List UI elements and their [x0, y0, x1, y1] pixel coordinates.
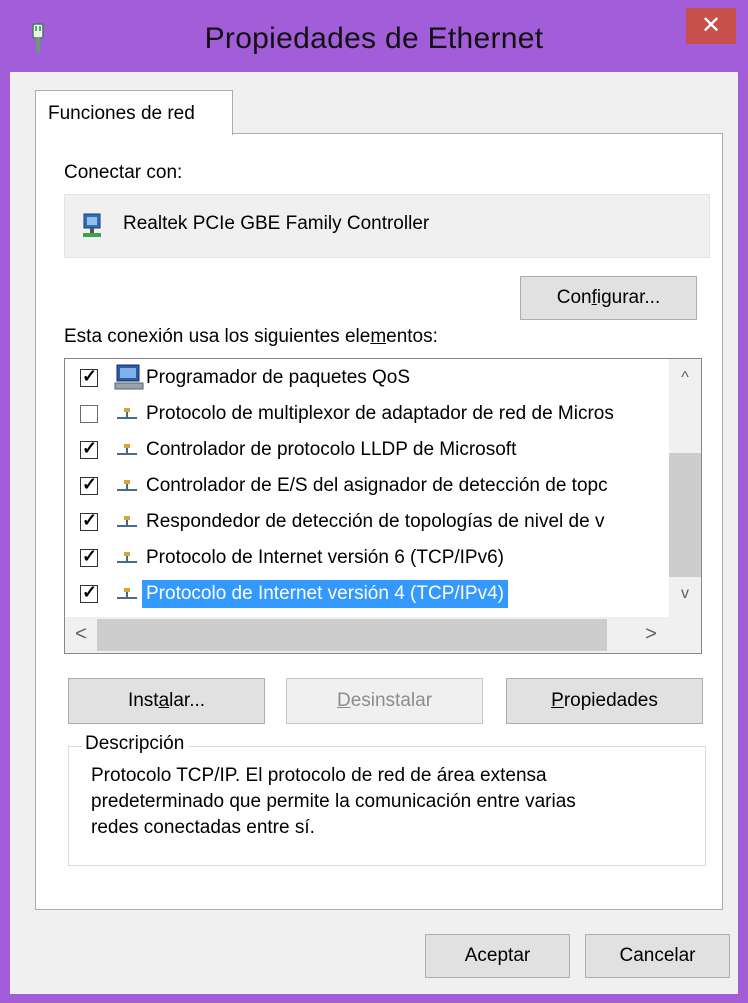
- network-protocol-icon: [117, 588, 137, 599]
- ok-button[interactable]: Aceptar: [425, 934, 570, 978]
- item-checkbox[interactable]: [80, 405, 98, 423]
- network-protocol-icon: [117, 408, 137, 419]
- item-checkbox[interactable]: [80, 438, 98, 459]
- list-item[interactable]: Respondedor de detección de topologías d…: [65, 505, 665, 541]
- network-protocol-icon: [117, 480, 137, 491]
- horizontal-scroll-thumb[interactable]: [97, 619, 607, 651]
- item-label: Protocolo de Internet versión 4 (TCP/IPv…: [142, 580, 508, 608]
- scroll-up-icon[interactable]: ^: [669, 369, 701, 387]
- list-item[interactable]: Protocolo de multiplexor de adaptador de…: [65, 397, 665, 433]
- item-label: Protocolo de Internet versión 6 (TCP/IPv…: [146, 547, 504, 568]
- item-checkbox[interactable]: [80, 546, 98, 567]
- scroll-left-icon[interactable]: <: [65, 623, 97, 646]
- install-button[interactable]: Instalar...: [68, 678, 265, 724]
- item-checkbox[interactable]: [80, 582, 98, 603]
- uninstall-button[interactable]: Desinstalar: [286, 678, 483, 724]
- configure-button[interactable]: Configurar...: [520, 276, 697, 320]
- tab-panel: Conectar con: Realtek PCIe GBE Family Co…: [35, 133, 723, 910]
- item-label: Controlador de E/S del asignador de dete…: [146, 475, 608, 496]
- scroll-right-icon[interactable]: >: [635, 623, 667, 646]
- connect-using-label: Conectar con:: [64, 162, 183, 183]
- description-title: Descripción: [81, 733, 189, 755]
- item-label: Programador de paquetes QoS: [146, 367, 411, 388]
- cancel-button[interactable]: Cancelar: [585, 934, 730, 978]
- network-protocol-icon: [117, 552, 137, 563]
- qos-scheduler-icon: [114, 364, 144, 390]
- list-item-selected[interactable]: Protocolo de Internet versión 4 (TCP/IPv…: [65, 577, 665, 613]
- properties-button[interactable]: Propiedades: [506, 678, 703, 724]
- item-label: Controlador de protocolo LLDP de Microso…: [146, 439, 517, 460]
- adapter-box: Realtek PCIe GBE Family Controller: [64, 194, 710, 258]
- description-group: Descripción Protocolo TCP/IP. El protoco…: [68, 733, 706, 866]
- list-item[interactable]: Protocolo de Internet versión 6 (TCP/IPv…: [65, 541, 665, 577]
- items-label: Esta conexión usa los siguientes element…: [64, 326, 438, 347]
- tab-label: Funciones de red: [48, 103, 195, 124]
- adapter-name: Realtek PCIe GBE Family Controller: [123, 213, 430, 234]
- scroll-down-icon[interactable]: v: [669, 585, 701, 603]
- vertical-scrollbar[interactable]: ^ v: [669, 359, 701, 617]
- item-label: Respondedor de detección de topologías d…: [146, 511, 605, 532]
- properties-window: Propiedades de Ethernet ✕ Funciones de r…: [0, 0, 748, 1003]
- vertical-scroll-thumb[interactable]: [669, 453, 701, 577]
- item-checkbox[interactable]: [80, 474, 98, 495]
- list-item[interactable]: Controlador de protocolo LLDP de Microso…: [65, 433, 665, 469]
- network-protocol-icon: [117, 516, 137, 527]
- dialog-client-area: Funciones de red Conectar con: Realtek P…: [10, 72, 738, 994]
- item-checkbox[interactable]: [80, 510, 98, 531]
- horizontal-scrollbar[interactable]: < >: [65, 617, 701, 653]
- network-adapter-icon: [83, 213, 101, 237]
- tab-networking[interactable]: Funciones de red: [35, 90, 233, 135]
- list-item[interactable]: Controlador de E/S del asignador de dete…: [65, 469, 665, 505]
- close-button[interactable]: ✕: [686, 8, 736, 44]
- item-checkbox[interactable]: [80, 366, 98, 387]
- item-label: Protocolo de multiplexor de adaptador de…: [146, 403, 614, 424]
- components-list[interactable]: Programador de paquetes QoS Protocolo de…: [64, 358, 702, 654]
- list-item[interactable]: Programador de paquetes QoS: [65, 361, 665, 397]
- window-title: Propiedades de Ethernet: [204, 22, 544, 55]
- network-protocol-icon: [117, 444, 137, 455]
- title-bar[interactable]: Propiedades de Ethernet ✕: [0, 0, 748, 72]
- description-text: Protocolo TCP/IP. El protocolo de red de…: [91, 765, 576, 838]
